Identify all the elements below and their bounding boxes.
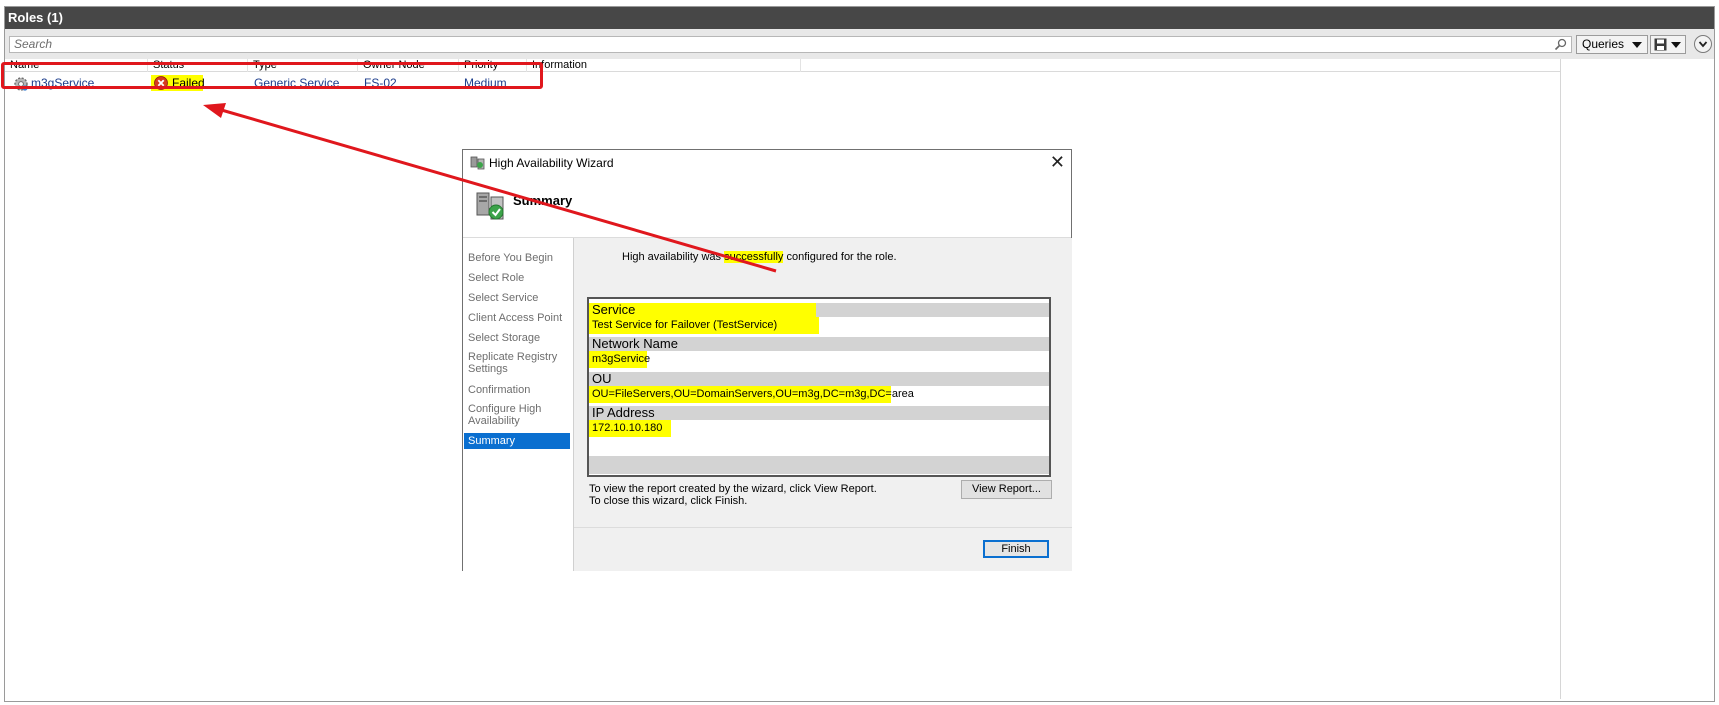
- success-message: High availability was successfully confi…: [622, 251, 897, 263]
- expand-collapse-button[interactable]: [1694, 35, 1712, 53]
- summary-heading-service-text: Service: [589, 303, 816, 317]
- save-query-button[interactable]: [1650, 35, 1686, 54]
- step-replicate-registry-settings: Replicate Registry Settings: [468, 351, 558, 375]
- summary-report[interactable]: Service Test Service for Failover (TestS…: [587, 297, 1051, 477]
- report-instructions: To view the report created by the wizard…: [589, 483, 877, 507]
- summary-heading-network-name: Network Name: [589, 337, 1049, 351]
- summary-filler-row: [589, 456, 1049, 474]
- success-message-highlight: successfully: [724, 251, 784, 263]
- wizard-title: High Availability Wizard: [489, 156, 614, 170]
- wizard-steps: Before You Begin Select Role Select Serv…: [463, 238, 573, 571]
- summary-heading-ip-address: IP Address: [589, 406, 1049, 420]
- search-icon[interactable]: [1554, 38, 1567, 51]
- chevron-down-icon: [1671, 42, 1681, 48]
- finish-button[interactable]: Finish: [983, 540, 1049, 558]
- step-summary: Summary: [464, 433, 570, 449]
- cluster-icon: [470, 156, 485, 170]
- annotation-outline: [1, 62, 543, 89]
- grid-edge: [1560, 59, 1561, 699]
- success-message-end: configured for the role.: [783, 251, 897, 263]
- toolbar: Search Queries: [5, 29, 1714, 59]
- step-confirmation: Confirmation: [468, 384, 531, 396]
- wizard-footer: Finish: [574, 528, 1072, 571]
- summary-value-ou: OU=FileServers,OU=DomainServers,OU=m3g,D…: [589, 386, 914, 403]
- step-client-access-point: Client Access Point: [468, 312, 563, 324]
- search-input[interactable]: Search: [9, 36, 1572, 53]
- queries-label: Queries: [1582, 37, 1625, 51]
- cluster-wizard-icon: [476, 192, 504, 220]
- summary-value-ip-address: 172.10.10.180: [589, 420, 671, 437]
- high-availability-wizard: High Availability Wizard ✕ Summary Befor…: [462, 149, 1072, 571]
- chevron-down-icon: [1632, 42, 1642, 48]
- summary-value-network-name: m3gService: [589, 351, 650, 368]
- chevron-down-icon: [1698, 41, 1708, 48]
- search-placeholder: Search: [14, 37, 53, 51]
- summary-heading-service: Service: [589, 303, 1049, 317]
- queries-dropdown[interactable]: Queries: [1576, 35, 1648, 54]
- step-before-you-begin: Before You Begin: [468, 252, 554, 264]
- close-icon[interactable]: ✕: [1050, 153, 1065, 171]
- summary-heading-ou: OU: [589, 372, 1049, 386]
- wizard-page-heading: Summary: [513, 193, 573, 208]
- step-select-role: Select Role: [468, 272, 525, 284]
- wizard-content: High availability was successfully confi…: [574, 238, 1072, 571]
- column-header-information[interactable]: Information: [527, 59, 801, 72]
- summary-value-service: Test Service for Failover (TestService): [589, 317, 819, 334]
- step-select-service: Select Service: [468, 292, 539, 304]
- step-select-storage: Select Storage: [468, 332, 541, 344]
- success-message-start: High availability was: [622, 251, 725, 263]
- save-icon: [1654, 38, 1667, 51]
- report-instructions-line2: To close this wizard, click Finish.: [589, 495, 748, 507]
- panel-title: Roles (1): [5, 7, 1714, 29]
- view-report-button[interactable]: View Report...: [961, 480, 1052, 499]
- report-instructions-line1: To view the report created by the wizard…: [589, 483, 877, 495]
- step-configure-high-availability: Configure High Availability: [468, 403, 542, 427]
